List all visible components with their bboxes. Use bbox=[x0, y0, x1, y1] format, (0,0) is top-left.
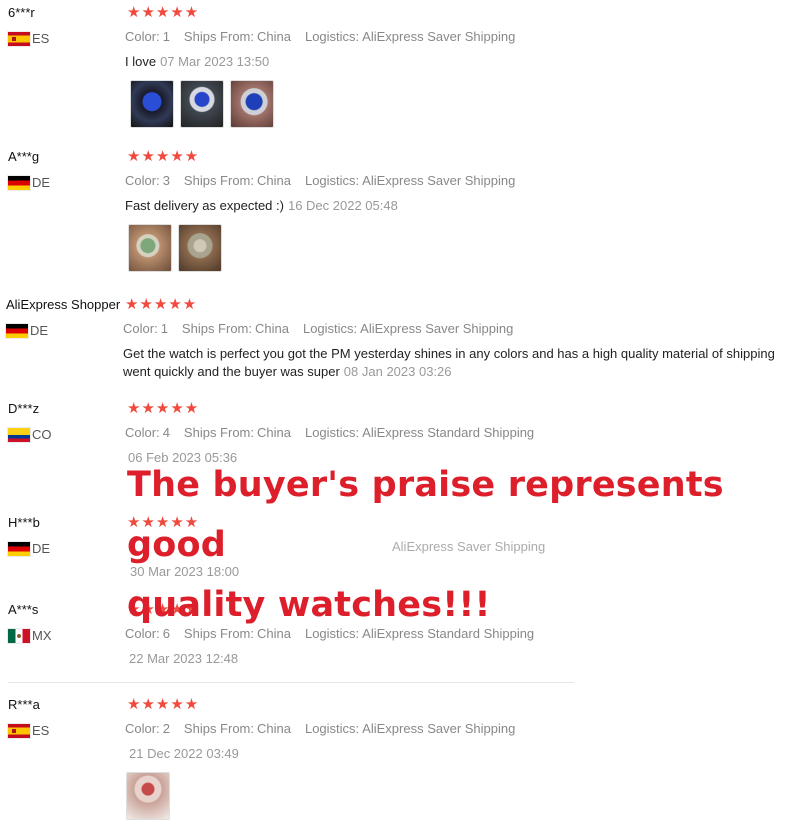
review-date: 08 Jan 2023 03:26 bbox=[343, 364, 452, 379]
review-date: 07 Mar 2023 13:50 bbox=[160, 54, 270, 69]
color-value: 4 bbox=[162, 425, 170, 440]
star-rating: ★★★★★ bbox=[127, 696, 200, 713]
review-date: 16 Dec 2022 05:48 bbox=[287, 198, 398, 213]
star-rating: ★★★★★ bbox=[127, 4, 200, 21]
color-value: 2 bbox=[162, 721, 170, 736]
reviewer-name: A***g bbox=[8, 149, 40, 164]
review-text: I love 07 Mar 2023 13:50 bbox=[125, 53, 269, 71]
reviewer-country: MX bbox=[8, 628, 52, 643]
country-code: DE bbox=[32, 175, 51, 190]
country-code: DE bbox=[30, 323, 49, 338]
ships-from-value: China bbox=[257, 29, 291, 44]
country-code: MX bbox=[32, 628, 52, 643]
ships-from-value: China bbox=[255, 321, 289, 336]
reviewer-country: DE bbox=[8, 175, 50, 190]
review-photo-thumbnail[interactable] bbox=[230, 80, 274, 128]
country-code: DE bbox=[32, 541, 51, 556]
ships-from-label: Ships From: bbox=[181, 321, 252, 336]
logistics-label: Logistics: bbox=[304, 29, 360, 44]
review-comment: Fast delivery as expected :) bbox=[125, 198, 284, 213]
spain-flag-icon bbox=[8, 31, 30, 46]
reviewer-country: DE bbox=[8, 541, 50, 556]
ships-from-value: China bbox=[257, 173, 291, 188]
review-photo-thumbnail[interactable] bbox=[130, 80, 174, 128]
germany-flag-icon bbox=[8, 541, 30, 556]
review-attributes: Color: 1 Ships From: China Logistics: AliExpr… bbox=[123, 321, 527, 336]
logistics-label: Logistics: bbox=[304, 425, 360, 440]
review-photos bbox=[128, 224, 222, 272]
review-photos bbox=[130, 80, 274, 128]
logistics-value: AliExpress Saver Shipping bbox=[362, 721, 516, 736]
colombia-flag-icon bbox=[8, 427, 30, 442]
ships-from-value: China bbox=[257, 425, 291, 440]
reviewer-name: AliExpress Shopper bbox=[6, 297, 121, 312]
logistics-label: Logistics: bbox=[304, 721, 360, 736]
divider bbox=[8, 682, 574, 683]
star-rating: ★★★★★ bbox=[127, 400, 200, 417]
color-value: 1 bbox=[160, 321, 168, 336]
review-photo-thumbnail[interactable] bbox=[126, 772, 170, 820]
reviewer-country: ES bbox=[8, 723, 49, 738]
ships-from-label: Ships From: bbox=[183, 721, 254, 736]
review-text: Fast delivery as expected :) 16 Dec 2022 … bbox=[125, 197, 398, 215]
review-photo-thumbnail[interactable] bbox=[128, 224, 172, 272]
review-attributes: Color: 1 Ships From: China Logistics: AliExpr… bbox=[125, 29, 529, 44]
germany-flag-icon bbox=[8, 175, 30, 190]
reviewer-name: H***b bbox=[8, 515, 40, 530]
color-label: Color: bbox=[125, 721, 160, 736]
mexico-flag-icon bbox=[8, 628, 30, 643]
review-comment: I love bbox=[125, 54, 157, 69]
logistics-label: Logistics: bbox=[302, 321, 358, 336]
logistics-value: AliExpress Standard Shipping bbox=[362, 425, 535, 440]
review-photo-thumbnail[interactable] bbox=[178, 224, 222, 272]
review-date: 21 Dec 2022 03:49 bbox=[129, 746, 239, 761]
color-value: 3 bbox=[162, 173, 170, 188]
ships-from-value: China bbox=[257, 721, 291, 736]
color-label: Color: bbox=[125, 425, 160, 440]
ships-from-label: Ships From: bbox=[183, 173, 254, 188]
star-rating: ★★★★★ bbox=[127, 148, 200, 165]
spain-flag-icon bbox=[8, 723, 30, 738]
promo-line-1: The buyer's praise represents good bbox=[127, 465, 724, 565]
promo-overlay-text: The buyer's praise represents good quali… bbox=[127, 455, 787, 635]
review-photos bbox=[126, 772, 170, 820]
color-value: 1 bbox=[162, 29, 170, 44]
color-label: Color: bbox=[123, 321, 158, 336]
review-attributes: Color: 4 Ships From: China Logistics: AliExpr… bbox=[125, 425, 548, 440]
review-text: Get the watch is perfect you got the PM … bbox=[123, 345, 798, 381]
review-photo-thumbnail[interactable] bbox=[180, 80, 224, 128]
logistics-value: AliExpress Saver Shipping bbox=[362, 29, 516, 44]
germany-flag-icon bbox=[6, 323, 28, 338]
reviewer-name: D***z bbox=[8, 401, 40, 416]
reviewer-country: DE bbox=[6, 323, 48, 338]
logistics-value: AliExpress Saver Shipping bbox=[362, 173, 516, 188]
country-code: CO bbox=[32, 427, 52, 442]
country-code: ES bbox=[32, 31, 50, 46]
review-date: 22 Mar 2023 12:48 bbox=[129, 651, 239, 666]
reviewer-country: CO bbox=[8, 427, 52, 442]
ships-from-label: Ships From: bbox=[183, 425, 254, 440]
color-label: Color: bbox=[125, 173, 160, 188]
reviewer-name: 6***r bbox=[8, 5, 35, 20]
review-attributes: Color: 3 Ships From: China Logistics: AliExpr… bbox=[125, 173, 529, 188]
star-rating: ★★★★★ bbox=[125, 296, 198, 313]
reviewer-country: ES bbox=[8, 31, 49, 46]
reviewer-name: A***s bbox=[8, 602, 39, 617]
ships-from-label: Ships From: bbox=[183, 29, 254, 44]
review-attributes: Color: 2 Ships From: China Logistics: AliExpr… bbox=[125, 721, 529, 736]
reviewer-name: R***a bbox=[8, 697, 40, 712]
logistics-value: AliExpress Saver Shipping bbox=[360, 321, 514, 336]
logistics-label: Logistics: bbox=[304, 173, 360, 188]
country-code: ES bbox=[32, 723, 50, 738]
color-label: Color: bbox=[125, 29, 160, 44]
promo-line-2: quality watches!!! bbox=[127, 585, 491, 625]
